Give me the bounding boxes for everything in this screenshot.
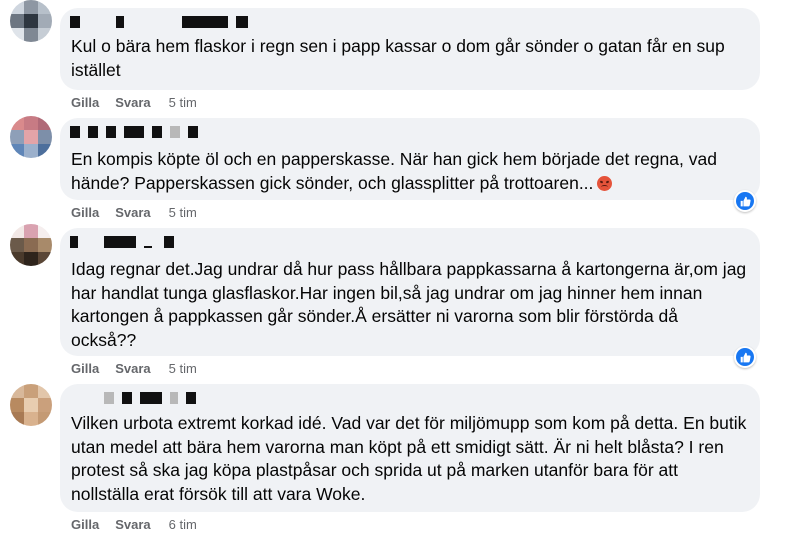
comment-text: En kompis köpte öl och en papperskasse. …: [71, 148, 748, 195]
comment-actions: Gilla Svara 5 tim: [71, 360, 197, 376]
like-reaction-badge[interactable]: [734, 346, 756, 368]
comment-text: Kul o bära hem flaskor i regn sen i papp…: [71, 36, 725, 80]
comment-timestamp[interactable]: 5 tim: [169, 95, 197, 110]
reply-button[interactable]: Svara: [115, 205, 150, 220]
comment-text: Idag regnar det.Jag undrar då hur pass h…: [71, 259, 747, 350]
comment-timestamp[interactable]: 5 tim: [169, 361, 197, 376]
author-name-redacted[interactable]: [70, 391, 196, 405]
like-button[interactable]: Gilla: [71, 517, 99, 532]
comment-actions: Gilla Svara 6 tim: [71, 516, 197, 532]
comment-timestamp[interactable]: 6 tim: [169, 517, 197, 532]
comment-text-body: En kompis köpte öl och en papperskasse. …: [71, 149, 717, 193]
comment-bubble: En kompis köpte öl och en papperskasse. …: [60, 118, 760, 200]
comment-bubble: Kul o bära hem flaskor i regn sen i papp…: [60, 8, 760, 90]
comment-timestamp[interactable]: 5 tim: [169, 205, 197, 220]
like-button[interactable]: Gilla: [71, 95, 99, 110]
avatar[interactable]: [10, 116, 52, 158]
like-reaction-badge[interactable]: [734, 190, 756, 212]
author-name-redacted[interactable]: [70, 125, 198, 139]
reply-button[interactable]: Svara: [115, 517, 150, 532]
author-name-redacted[interactable]: [70, 235, 174, 249]
comment-feed: Kul o bära hem flaskor i regn sen i papp…: [0, 0, 800, 540]
comment-text: Vilken urbota extremt korkad idé. Vad va…: [71, 413, 747, 504]
like-button[interactable]: Gilla: [71, 205, 99, 220]
thumbs-up-icon: [736, 192, 754, 210]
comment-actions: Gilla Svara 5 tim: [71, 94, 197, 110]
avatar[interactable]: [10, 0, 52, 42]
like-button[interactable]: Gilla: [71, 361, 99, 376]
comment-bubble: Idag regnar det.Jag undrar då hur pass h…: [60, 228, 760, 356]
comment-bubble: Vilken urbota extremt korkad idé. Vad va…: [60, 384, 760, 512]
avatar[interactable]: [10, 224, 52, 266]
comment-actions: Gilla Svara 5 tim: [71, 204, 197, 220]
thumbs-up-icon: [736, 348, 754, 366]
angry-face-emoji-icon: [597, 175, 613, 191]
reply-button[interactable]: Svara: [115, 95, 150, 110]
reply-button[interactable]: Svara: [115, 361, 150, 376]
avatar[interactable]: [10, 384, 52, 426]
author-name-redacted[interactable]: [70, 15, 248, 29]
